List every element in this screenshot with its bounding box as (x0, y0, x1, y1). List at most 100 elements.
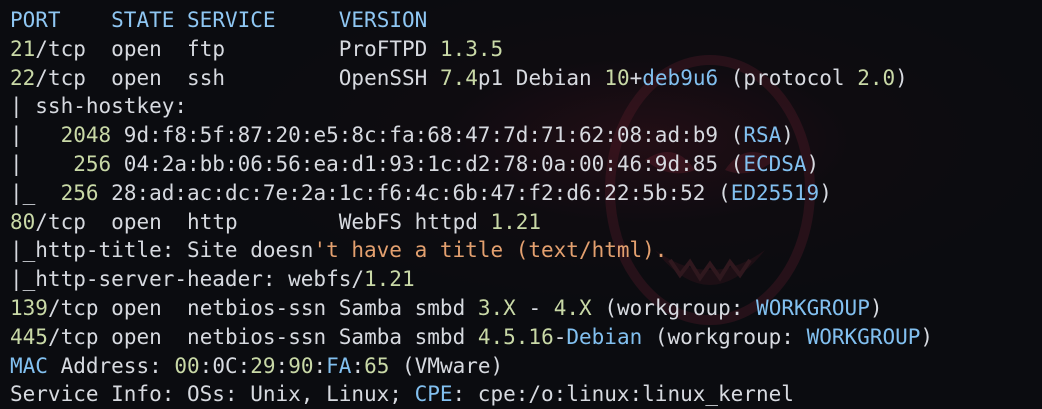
port-number: 445 (10, 324, 48, 349)
port-proto: /tcp (35, 36, 86, 61)
mac-vendor: (VMware) (389, 353, 504, 378)
script-label: | ssh-hostkey: (10, 94, 188, 119)
port-row-22: 22/tcp open ssh OpenSSH 7.4p1 Debian 10+… (10, 64, 933, 93)
key-type: ED25519 (730, 180, 820, 205)
key-bits: 256 (73, 151, 112, 176)
port-service: ssh (187, 65, 225, 90)
mac-octet: FA (326, 353, 352, 378)
header-row: PORT STATE SERVICE VERSION (10, 6, 933, 35)
port-proto: /tcp (47, 324, 99, 349)
version-text: (protocol (718, 65, 858, 90)
col-port: PORT (10, 8, 61, 32)
port-proto: /tcp (35, 65, 86, 90)
mac-octet: 29 (250, 353, 276, 378)
mac-octet: 65 (364, 353, 390, 378)
version-text: - (553, 324, 567, 349)
port-number: 21 (10, 36, 36, 61)
port-service: ftp (187, 36, 225, 61)
version-text: ) (920, 324, 934, 349)
script-http-title: |_http-title: Site doesn't have a title … (10, 236, 933, 265)
tree-prefix: |_ (10, 180, 36, 205)
key-bits: 256 (60, 180, 99, 205)
version-product: Samba smbd (338, 324, 478, 349)
mac-text: :0C: (199, 353, 251, 378)
nmap-output: PORT STATE SERVICE VERSION 21/tcp open f… (10, 6, 933, 409)
port-proto: /tcp (47, 295, 99, 320)
version-text: (workgroup: (642, 324, 807, 349)
cpe-value: : cpe:/o:linux:linux_kernel (452, 382, 794, 407)
port-number: 139 (10, 295, 48, 320)
key-type-open: ( (718, 151, 744, 176)
key-fingerprint: 28:ad:ac:dc:7e:2a:1c:f6:4c:6b:47:f2:d6:2… (98, 180, 706, 205)
terminal-window: PORT STATE SERVICE VERSION 21/tcp open f… (0, 0, 1042, 406)
mac-text: Address: (47, 353, 175, 378)
script-text: |_http-title: Site doesn (10, 238, 314, 263)
col-service: SERVICE (187, 8, 276, 32)
port-row-80: 80/tcp open http WebFS httpd 1.21 (10, 208, 933, 237)
key-type-open: ( (718, 123, 744, 148)
version-tag: deb9u6 (642, 65, 719, 90)
version-product: ProFTPD (338, 36, 440, 61)
key-bits: 2048 (60, 123, 112, 148)
mac-octet: 00 (174, 353, 200, 378)
service-info-line: Service Info: OSs: Unix, Linux; CPE: cpe… (10, 380, 933, 409)
port-state: open (111, 36, 162, 61)
port-service: netbios-ssn (187, 324, 327, 349)
port-proto: /tcp (35, 209, 86, 234)
workgroup-name: WORKGROUP (806, 324, 921, 349)
version-product: Samba smbd (338, 295, 478, 320)
port-row-139: 139/tcp open netbios-ssn Samba smbd 3.X … (10, 294, 933, 323)
cpe-label: CPE (414, 382, 453, 407)
service-info-text: Service Info: OSs: Unix, Linux; (10, 382, 415, 407)
port-service: netbios-ssn (187, 295, 327, 320)
version-number: 1.3.5 (439, 36, 504, 61)
mac-octet: 90 (288, 353, 314, 378)
port-number: 80 (10, 209, 36, 234)
mac-label: MAC (10, 353, 48, 378)
script-string: 't have a title (text/html). (313, 238, 668, 263)
port-state: open (111, 65, 162, 90)
version-text: + (629, 65, 643, 90)
version-product: OpenSSH (338, 65, 440, 90)
key-type: RSA (743, 123, 782, 148)
version-number: 4.5.16 (477, 324, 554, 349)
script-ssh-hostkey: | ssh-hostkey: (10, 92, 933, 121)
version-text: ) (895, 65, 908, 90)
port-state: open (111, 324, 162, 349)
port-row-445: 445/tcp open netbios-ssn Samba smbd 4.5.… (10, 323, 933, 352)
mac-text: : (275, 353, 289, 378)
version-text: - (515, 295, 554, 320)
port-service: http (187, 209, 238, 234)
tree-gap (35, 181, 60, 205)
version-number: 10 (604, 65, 630, 90)
version-number: 7.4 (439, 65, 478, 90)
col-state: STATE (111, 8, 175, 32)
mac-address-line: MAC Address: 00:0C:29:90:FA:65 (VMware) (10, 352, 933, 381)
port-state: open (111, 209, 162, 234)
script-text: |_http-server-header: webfs/ (10, 267, 365, 292)
hostkey-ecdsa: | 256 04:2a:bb:06:56:ea:d1:93:1c:d2:78:0… (10, 150, 933, 179)
workgroup-name: WORKGROUP (756, 295, 870, 320)
key-type-close: ) (781, 123, 794, 148)
col-version: VERSION (338, 8, 428, 32)
hostkey-rsa: | 2048 9d:f8:5f:87:20:e5:8c:fa:68:47:7d:… (10, 121, 933, 150)
key-fingerprint: 9d:f8:5f:87:20:e5:8c:fa:68:47:7d:71:62:0… (111, 123, 719, 148)
port-number: 22 (10, 65, 36, 90)
version-number: 1.21 (490, 209, 542, 234)
version-number: 4.X (553, 295, 592, 320)
version-number: 3.X (477, 295, 516, 320)
hostkey-ed25519: |_ 256 28:ad:ac:dc:7e:2a:1c:f6:4c:6b:47:… (10, 179, 933, 208)
port-state: open (111, 295, 162, 320)
version-number: 2.0 (857, 65, 896, 90)
tree-prefix: | (10, 123, 61, 148)
key-fingerprint: 04:2a:bb:06:56:ea:d1:93:1c:d2:78:0a:00:4… (111, 151, 719, 176)
version-product: WebFS httpd (338, 209, 491, 234)
script-number: 1.21 (364, 267, 415, 292)
version-text: (workgroup: (591, 295, 757, 320)
mac-text: : (313, 353, 327, 378)
mac-text: : (351, 353, 365, 378)
port-row-21: 21/tcp open ftp ProFTPD 1.3.5 (10, 35, 933, 64)
key-type-open: ( (705, 180, 731, 205)
key-type-close: ) (819, 180, 832, 205)
key-type: ECDSA (743, 151, 807, 176)
